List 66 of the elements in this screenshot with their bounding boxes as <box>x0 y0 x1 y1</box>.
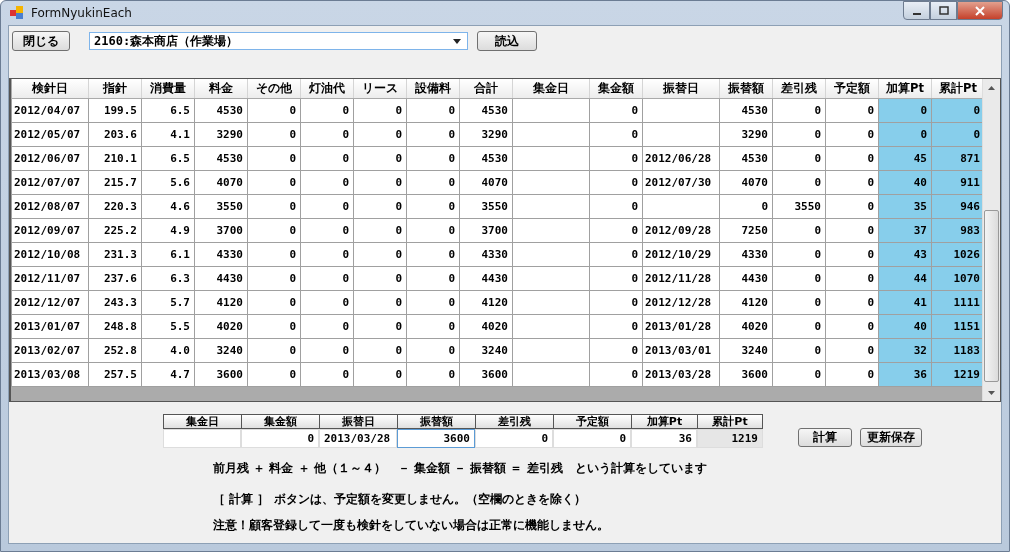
action-button[interactable]: 更新保存 <box>860 428 922 447</box>
table-cell: 2012/12/07 <box>11 290 89 315</box>
column-header[interactable]: 設備料 <box>406 79 460 99</box>
column-header[interactable]: 指針 <box>88 79 142 99</box>
input-field[interactable] <box>163 429 241 448</box>
field-header: 累計Pt <box>697 414 763 429</box>
scroll-down-icon <box>988 391 996 395</box>
field-header: 振替額 <box>397 414 475 429</box>
column-header[interactable]: 集金額 <box>589 79 643 99</box>
input-field[interactable]: 36 <box>631 429 697 448</box>
customer-combo[interactable]: 2160:森本商店（作業場） <box>89 32 468 50</box>
table-cell: 2012/09/07 <box>11 218 89 243</box>
column-header[interactable]: 集金日 <box>512 79 590 99</box>
scroll-thumb[interactable] <box>984 210 999 382</box>
maximize-button[interactable] <box>930 1 957 20</box>
column-header[interactable]: その他 <box>247 79 301 99</box>
table-cell: 2013/03/08 <box>11 362 89 387</box>
minimize-button[interactable] <box>903 1 930 20</box>
field-header: 集金額 <box>241 414 319 429</box>
field-header: 加算Pt <box>631 414 697 429</box>
table-cell: 2012/11/07 <box>11 266 89 291</box>
maximize-icon <box>938 5 949 16</box>
note-text: ［ 計算 ］ ボタンは、予定額を変更しません。（空欄のときを除く） <box>213 491 587 508</box>
close-icon <box>974 5 986 16</box>
column-header[interactable]: 累計Pt <box>931 79 983 99</box>
app-icon <box>9 5 25 21</box>
scroll-up-icon <box>988 86 996 90</box>
input-field[interactable]: 0 <box>475 429 553 448</box>
input-field[interactable]: 0 <box>241 429 319 448</box>
field-header: 振替日 <box>319 414 397 429</box>
action-button[interactable]: 計算 <box>798 428 852 447</box>
note-text: 注意！顧客登録して一度も検針をしていない場合は正常に機能しません。 <box>213 517 610 534</box>
column-header[interactable]: 加算Pt <box>878 79 932 99</box>
close-window-button[interactable] <box>957 1 1003 20</box>
dropdown-arrow-icon <box>453 38 461 44</box>
note-text: 前月残 ＋ 料金 ＋ 他（１～４） － 集金額 － 振替額 ＝ 差引残 という計算をしています <box>213 460 708 477</box>
column-header[interactable]: 検針日 <box>11 79 89 99</box>
load-button[interactable]: 読込 <box>477 31 537 51</box>
table-cell: 2013/02/07 <box>11 338 89 363</box>
column-header[interactable]: 振替日 <box>642 79 720 99</box>
column-header[interactable]: 灯油代 <box>300 79 354 99</box>
close-button[interactable]: 閉じる <box>12 31 70 51</box>
window-title: FormNyukinEach <box>31 6 132 20</box>
column-header[interactable]: 差引残 <box>772 79 826 99</box>
table-cell: 2012/08/07 <box>11 194 89 219</box>
column-header[interactable]: 振替額 <box>719 79 773 99</box>
column-header[interactable]: 消費量 <box>141 79 195 99</box>
table-cell: 2012/07/07 <box>11 170 89 195</box>
field-header: 予定額 <box>553 414 631 429</box>
column-header[interactable]: 料金 <box>194 79 248 99</box>
table-cell: 2012/06/07 <box>11 146 89 171</box>
field-header: 集金日 <box>163 414 241 429</box>
input-field[interactable]: 1219 <box>697 429 763 448</box>
table-cell: 2012/10/08 <box>11 242 89 267</box>
table-cell: 2013/01/07 <box>11 314 89 339</box>
column-header[interactable]: 予定額 <box>825 79 879 99</box>
column-header[interactable]: 合計 <box>459 79 513 99</box>
table-cell: 2012/04/07 <box>11 98 89 123</box>
vertical-scrollbar[interactable] <box>982 79 1000 401</box>
table-cell: 2012/05/07 <box>11 122 89 147</box>
column-header[interactable]: リース <box>353 79 407 99</box>
input-field[interactable]: 3600 <box>397 429 475 448</box>
input-field[interactable]: 2013/03/28 <box>319 429 397 448</box>
input-field[interactable]: 0 <box>553 429 631 448</box>
minimize-icon <box>912 12 921 15</box>
field-header: 差引残 <box>475 414 553 429</box>
